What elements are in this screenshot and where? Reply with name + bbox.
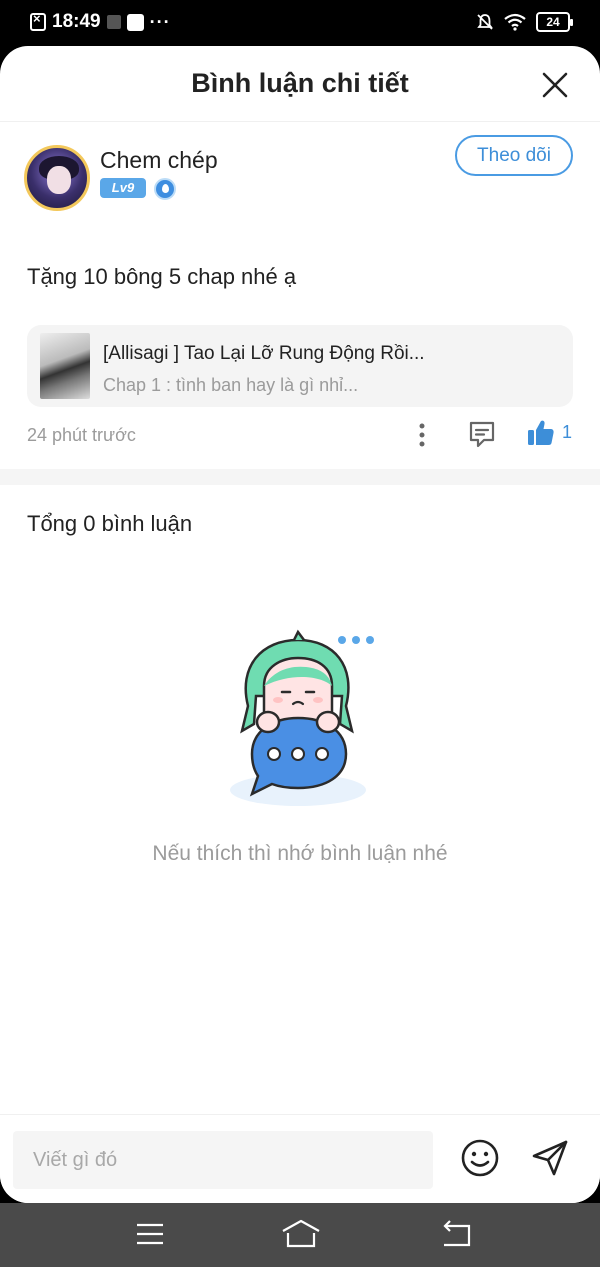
comment-total: Tổng 0 bình luận — [27, 511, 193, 536]
silent-bell-icon — [477, 14, 493, 30]
status-bar-left: 18:49 ··· — [30, 11, 171, 33]
status-bar: 18:49 ··· 24 — [0, 0, 600, 48]
manga-title: [Allisagi ] Tao Lại Lỡ Rung Động Rồi... — [103, 343, 425, 364]
wifi-icon — [504, 13, 526, 31]
manga-thumbnail — [40, 333, 90, 399]
more-options-icon[interactable] — [412, 421, 432, 449]
comment-detail-sheet: Bình luận chi tiết Chem chép Lv9 Theo dõ… — [0, 46, 600, 1203]
manga-card[interactable]: [Allisagi ] Tao Lại Lỡ Rung Động Rồi... … — [27, 325, 573, 407]
post-time: 24 phút trước — [27, 425, 136, 445]
page-title: Bình luận chi tiết — [191, 68, 409, 98]
sheet-header: Bình luận chi tiết — [0, 46, 600, 122]
empty-comments-message: Nếu thích thì nhớ bình luận nhé — [152, 842, 448, 865]
avatar[interactable] — [24, 145, 90, 211]
thumbs-up-icon — [528, 420, 554, 445]
manga-chapter: Chap 1 : tình ban hay là gì nhỉ... — [103, 375, 359, 395]
menu-icon[interactable] — [132, 1217, 168, 1251]
home-icon[interactable] — [280, 1217, 322, 1251]
reply-icon[interactable] — [467, 419, 497, 449]
more-notifications-icon: ··· — [149, 11, 171, 32]
back-icon[interactable] — [438, 1217, 474, 1251]
status-bar-right: 24 — [476, 12, 573, 32]
comment-input-bar — [0, 1114, 600, 1203]
send-icon[interactable] — [530, 1138, 570, 1178]
comment-text: Tặng 10 bông 5 chap nhé ạ — [27, 264, 297, 289]
level-badge: Lv9 — [100, 178, 146, 198]
username[interactable]: Chem chép — [100, 147, 218, 174]
close-icon[interactable] — [540, 70, 570, 100]
status-time: 18:49 — [52, 11, 101, 32]
app-notification-icon — [106, 15, 121, 29]
avatar-face — [47, 166, 71, 194]
like-button[interactable]: 1 — [526, 418, 576, 450]
drop-badge-icon — [154, 178, 176, 200]
like-count: 1 — [562, 422, 573, 442]
mail-icon — [126, 13, 144, 31]
notification-icon — [30, 11, 46, 31]
empty-comments-mascot-icon — [230, 629, 374, 806]
system-nav-bar — [0, 1203, 600, 1267]
comment-input[interactable] — [13, 1131, 433, 1189]
emoji-icon[interactable] — [460, 1138, 500, 1178]
comment-post: Chem chép Lv9 Theo dõi Tặng 10 bông 5 ch… — [0, 123, 600, 448]
battery-indicator: 24 — [536, 12, 573, 32]
follow-button[interactable]: Theo dõi — [455, 135, 573, 176]
section-divider — [0, 469, 600, 485]
